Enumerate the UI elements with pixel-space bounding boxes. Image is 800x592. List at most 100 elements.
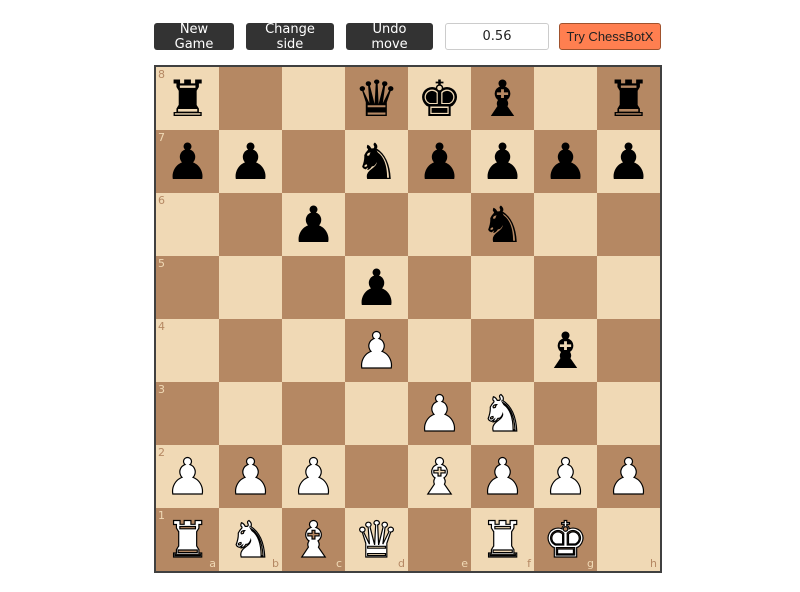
black-knight-icon[interactable]: ♞ [480,200,525,250]
try-chessbotx-button[interactable]: Try ChessBotX [559,23,661,50]
square-h7[interactable]: ♟ [597,130,660,193]
black-rook-icon[interactable]: ♜ [606,74,651,124]
black-pawn-icon[interactable]: ♟ [417,137,462,187]
square-c7[interactable] [282,130,345,193]
square-a7[interactable]: 7 ♟ [156,130,219,193]
square-e4[interactable] [408,319,471,382]
black-pawn-icon[interactable]: ♟ [354,263,399,313]
white-pawn-icon[interactable]: ♟ [605,451,651,502]
square-b2[interactable]: ♟ [219,445,282,508]
square-h5[interactable] [597,256,660,319]
black-knight-icon[interactable]: ♞ [354,137,399,187]
square-h4[interactable] [597,319,660,382]
square-c3[interactable] [282,382,345,445]
square-g6[interactable] [534,193,597,256]
square-a4[interactable]: 4 [156,319,219,382]
white-pawn-icon[interactable]: ♟ [353,325,399,376]
square-b7[interactable]: ♟ [219,130,282,193]
square-c1[interactable]: c ♝ [282,508,345,571]
black-bishop-icon[interactable]: ♝ [543,326,588,376]
black-pawn-icon[interactable]: ♟ [606,137,651,187]
white-king-icon[interactable]: ♚ [542,514,588,565]
square-c2[interactable]: ♟ [282,445,345,508]
square-g2[interactable]: ♟ [534,445,597,508]
white-queen-icon[interactable]: ♛ [353,514,399,565]
square-g1[interactable]: g ♚ [534,508,597,571]
square-e1[interactable]: e [408,508,471,571]
square-a8[interactable]: 8 ♜ [156,67,219,130]
square-d7[interactable]: ♞ [345,130,408,193]
square-d1[interactable]: d ♛ [345,508,408,571]
new-game-button[interactable]: New Game [154,22,234,52]
white-pawn-icon[interactable]: ♟ [290,451,336,502]
square-h6[interactable] [597,193,660,256]
square-a1[interactable]: 1 a ♜ [156,508,219,571]
black-queen-icon[interactable]: ♛ [354,74,399,124]
square-f2[interactable]: ♟ [471,445,534,508]
undo-move-button[interactable]: Undo move [346,22,433,52]
square-e5[interactable] [408,256,471,319]
white-knight-icon[interactable]: ♞ [479,388,525,439]
white-pawn-icon[interactable]: ♟ [542,451,588,502]
square-c6[interactable]: ♟ [282,193,345,256]
square-d8[interactable]: ♛ [345,67,408,130]
square-a3[interactable]: 3 [156,382,219,445]
square-f6[interactable]: ♞ [471,193,534,256]
square-b8[interactable] [219,67,282,130]
square-c5[interactable] [282,256,345,319]
square-h2[interactable]: ♟ [597,445,660,508]
square-g5[interactable] [534,256,597,319]
black-king-icon[interactable]: ♚ [417,74,462,124]
square-g4[interactable]: ♝ [534,319,597,382]
black-pawn-icon[interactable]: ♟ [480,137,525,187]
square-e7[interactable]: ♟ [408,130,471,193]
square-d3[interactable] [345,382,408,445]
black-pawn-icon[interactable]: ♟ [291,200,336,250]
white-bishop-icon[interactable]: ♝ [290,514,336,565]
square-c8[interactable] [282,67,345,130]
black-rook-icon[interactable]: ♜ [165,74,210,124]
white-knight-icon[interactable]: ♞ [227,514,273,565]
square-f3[interactable]: ♞ [471,382,534,445]
square-b4[interactable] [219,319,282,382]
square-b1[interactable]: b ♞ [219,508,282,571]
black-pawn-icon[interactable]: ♟ [543,137,588,187]
square-e2[interactable]: ♝ [408,445,471,508]
square-g7[interactable]: ♟ [534,130,597,193]
square-a6[interactable]: 6 [156,193,219,256]
change-side-button[interactable]: Change side [246,22,334,52]
white-pawn-icon[interactable]: ♟ [227,451,273,502]
black-pawn-icon[interactable]: ♟ [228,137,273,187]
square-f7[interactable]: ♟ [471,130,534,193]
square-c4[interactable] [282,319,345,382]
square-e6[interactable] [408,193,471,256]
square-a2[interactable]: 2 ♟ [156,445,219,508]
square-g8[interactable] [534,67,597,130]
square-e8[interactable]: ♚ [408,67,471,130]
white-rook-icon[interactable]: ♜ [164,514,210,565]
square-h1[interactable]: h [597,508,660,571]
black-bishop-icon[interactable]: ♝ [480,74,525,124]
square-f5[interactable] [471,256,534,319]
white-rook-icon[interactable]: ♜ [479,514,525,565]
square-f1[interactable]: f ♜ [471,508,534,571]
white-pawn-icon[interactable]: ♟ [164,451,210,502]
white-bishop-icon[interactable]: ♝ [416,451,462,502]
square-b5[interactable] [219,256,282,319]
white-pawn-icon[interactable]: ♟ [479,451,525,502]
square-h8[interactable]: ♜ [597,67,660,130]
square-e3[interactable]: ♟ [408,382,471,445]
square-b3[interactable] [219,382,282,445]
square-f8[interactable]: ♝ [471,67,534,130]
square-b6[interactable] [219,193,282,256]
square-f4[interactable] [471,319,534,382]
square-d6[interactable] [345,193,408,256]
black-pawn-icon[interactable]: ♟ [165,137,210,187]
square-d5[interactable]: ♟ [345,256,408,319]
square-a5[interactable]: 5 [156,256,219,319]
square-d2[interactable] [345,445,408,508]
square-h3[interactable] [597,382,660,445]
square-g3[interactable] [534,382,597,445]
white-pawn-icon[interactable]: ♟ [416,388,462,439]
square-d4[interactable]: ♟ [345,319,408,382]
